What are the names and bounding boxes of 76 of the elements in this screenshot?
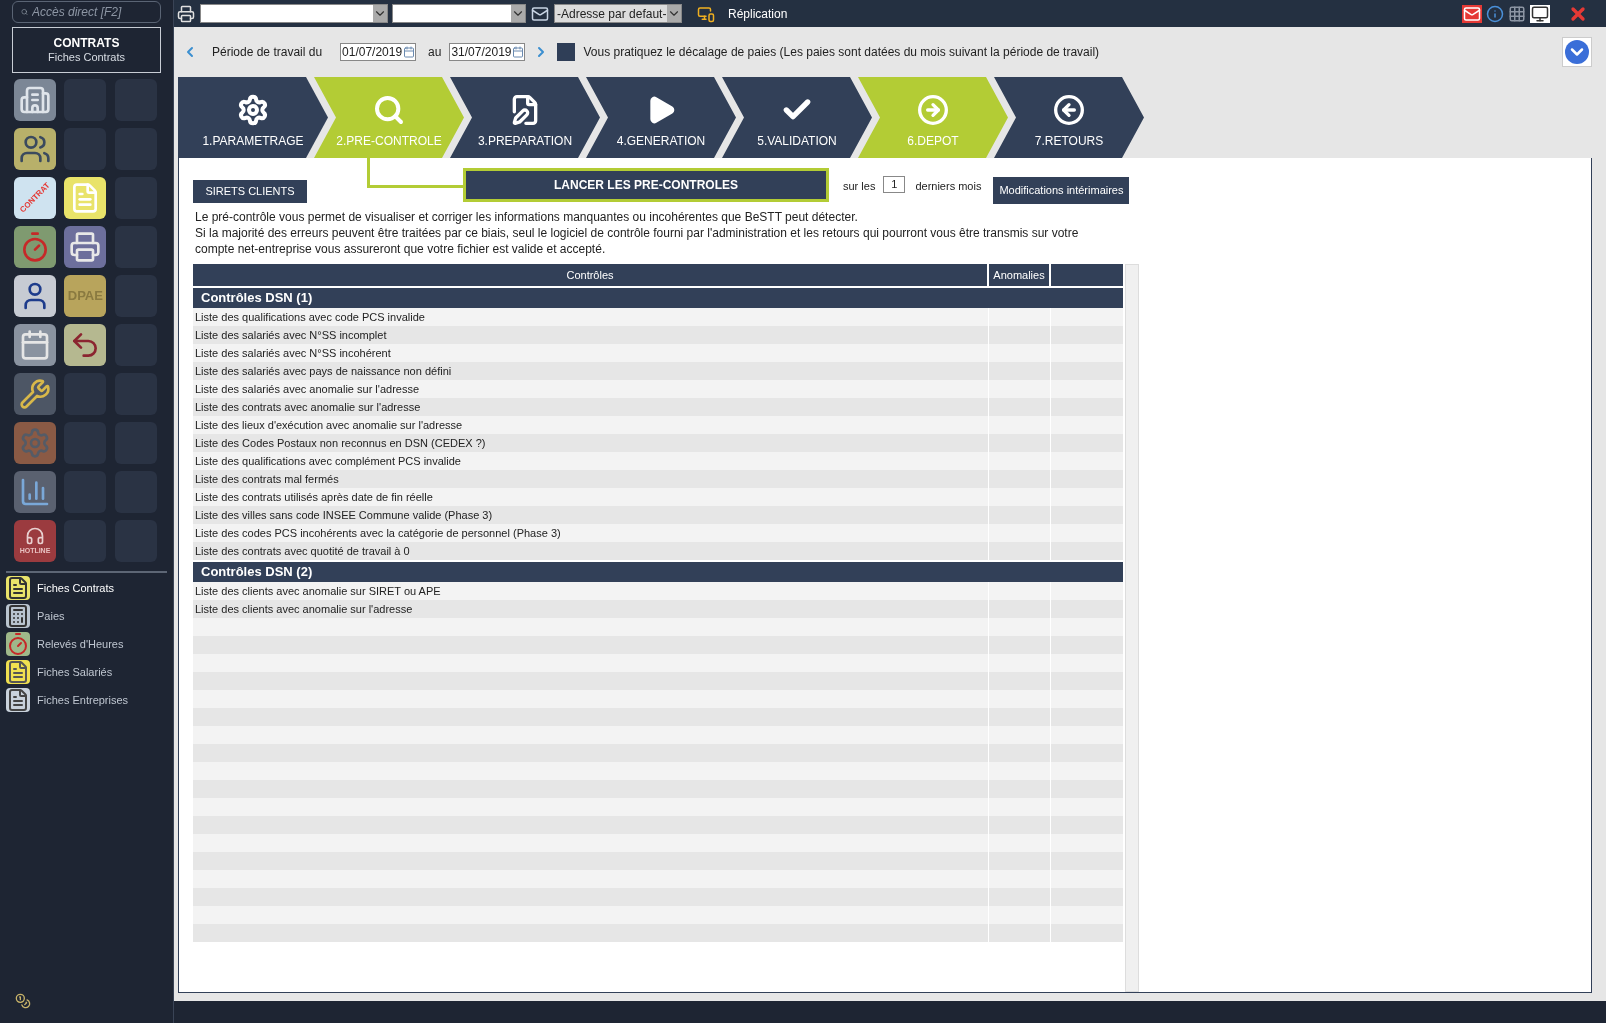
column-header: Contrôles [193, 264, 987, 286]
recent-item[interactable]: Relevés d'Heures [6, 632, 167, 656]
caret-icon [667, 5, 681, 22]
search-field[interactable]: Accès direct [F2] [12, 1, 161, 23]
module-title: CONTRATS [53, 35, 120, 51]
launch-button[interactable]: LANCER LES PRE-CONTROLES [463, 168, 829, 202]
caret-icon [373, 5, 387, 22]
group-header: Contrôles DSN (1) [193, 288, 1123, 308]
column-header [1051, 264, 1123, 286]
module-subtitle: Fiches Contrats [48, 50, 125, 65]
arrow-left-icon [1053, 93, 1085, 126]
document-icon [6, 576, 30, 600]
recent-item[interactable]: Fiches Salariés [6, 660, 167, 684]
column-header: Anomalies [989, 264, 1049, 286]
app-tile[interactable] [64, 324, 107, 366]
recent-item[interactable]: Paies [6, 604, 167, 628]
app-tile[interactable] [14, 226, 56, 268]
app-tile[interactable] [14, 324, 56, 366]
document-icon [6, 660, 30, 684]
monitor-icon[interactable] [1530, 4, 1550, 23]
period-label: Période de travail du [212, 44, 323, 61]
bar-chart-icon [19, 476, 51, 508]
app-tile[interactable] [14, 79, 56, 121]
intro-text: Si la majorité des erreurs peuvent être traitées par ce biais, seul le logiciel de contrôle fourni par l'administration et les retours qui pourront vous être transmis sur votre compte net-entreprise vous assureront que votre fichier est valide et accepté. [195, 225, 1080, 257]
months-field[interactable]: 1 [883, 176, 906, 193]
app-tile[interactable] [64, 177, 107, 219]
app-tile[interactable] [14, 275, 56, 317]
collapse-button[interactable] [1562, 37, 1592, 67]
scrollbar[interactable] [1125, 264, 1139, 992]
step-tab[interactable]: 1.PARAMETRAGE [178, 77, 328, 158]
app-tile[interactable] [14, 373, 56, 415]
document-icon [6, 688, 30, 712]
mail-icon[interactable] [1462, 4, 1482, 23]
calendar-icon [19, 329, 51, 361]
recent-item[interactable]: Fiches Entreprises [6, 688, 167, 712]
gear-icon [19, 427, 51, 459]
caret-icon [511, 5, 525, 22]
gear-icon [237, 93, 269, 126]
app-tile[interactable] [14, 471, 56, 513]
wrench-icon [19, 378, 51, 410]
recent-item[interactable]: Fiches Contrats [6, 576, 167, 600]
app-tile[interactable] [64, 226, 107, 268]
checkbox-label: Vous pratiquez le décalage de paies (Les paies sont datées du mois suivant la période de travail) [583, 44, 1100, 61]
checkbox[interactable] [557, 43, 576, 61]
step-tab[interactable]: 5.VALIDATION [722, 77, 872, 158]
step-tab[interactable]: 4.GENERATION [586, 77, 736, 158]
search-icon [373, 93, 405, 126]
people-icon [19, 133, 51, 165]
step-tab[interactable]: 3.PREPARATION [450, 77, 600, 158]
period-to-label: au [428, 44, 442, 61]
interim-button[interactable]: Modifications intérimaires [993, 177, 1130, 204]
calendar-icon [512, 46, 525, 58]
calendar-icon [403, 46, 416, 58]
email-icon[interactable] [530, 4, 550, 23]
intro-text: Le pré-contrôle vous permet de visualiser et corriger les informations manquantes ou incohérentes que BeSTT peut détecter. [195, 209, 859, 225]
grid-icon[interactable] [1508, 4, 1526, 23]
app-tile[interactable] [14, 422, 56, 464]
building-icon [19, 84, 51, 116]
printer-icon[interactable] [176, 4, 196, 23]
calculator-icon [6, 604, 30, 628]
date-field[interactable]: 01/07/2019 [340, 43, 417, 61]
coin-icon [15, 993, 31, 1009]
stopwatch-icon [6, 632, 30, 656]
headset-icon [25, 525, 45, 546]
months-prefix: sur les [843, 179, 876, 194]
app-tile[interactable] [14, 128, 56, 170]
months-suffix: derniers mois [915, 179, 982, 194]
address-dropdown[interactable]: -Adresse par defaut- [554, 4, 682, 23]
arrow-right-icon [917, 93, 949, 126]
date-field[interactable]: 31/07/2019 [449, 43, 526, 61]
sirets-button[interactable]: SIRETS CLIENTS [193, 180, 307, 203]
group-header: Contrôles DSN (2) [193, 562, 1123, 582]
step-tab[interactable]: 7.RETOURS [994, 77, 1144, 158]
printer-icon [69, 231, 102, 263]
replication-label[interactable]: Réplication [728, 4, 788, 23]
info-icon[interactable] [1486, 4, 1504, 23]
